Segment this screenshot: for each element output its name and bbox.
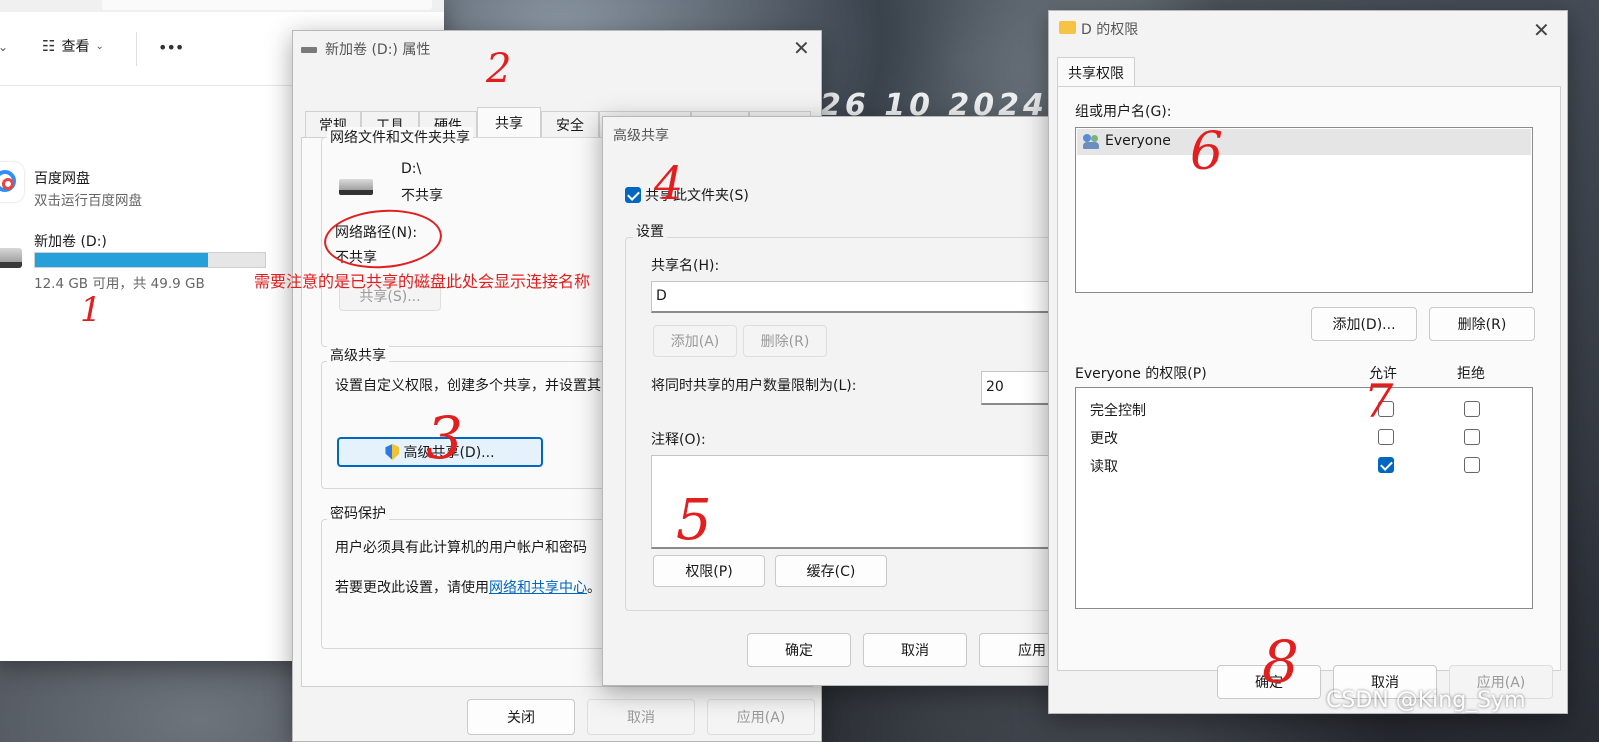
dialog-title: 高级共享 <box>613 128 669 144</box>
tab-share-permissions[interactable]: 共享权限 <box>1057 57 1135 87</box>
user-group-icon <box>1083 134 1099 150</box>
drive-share-status: 不共享 <box>401 188 443 204</box>
permissions-button[interactable]: 权限(P) <box>653 555 765 587</box>
list-item-drive-d[interactable]: 新加卷 (D:) 12.4 GB 可用，共 49.9 GB <box>0 226 296 292</box>
permissions-table: 完全控制 更改 读取 <box>1075 387 1533 609</box>
drive-icon <box>339 179 373 195</box>
allow-checkbox[interactable] <box>1378 401 1394 417</box>
allow-checkbox[interactable] <box>1378 457 1394 473</box>
add-user-button[interactable]: 添加(D)... <box>1311 307 1417 341</box>
share-name-value: D <box>656 288 667 304</box>
deny-header: 拒绝 <box>1457 366 1485 382</box>
item-subtitle: 12.4 GB 可用，共 49.9 GB <box>34 276 205 292</box>
close-icon[interactable]: ✕ <box>793 38 810 58</box>
advanced-sharing-dialog: 高级共享 共享此文件夹(S) 设置 共享名(H): D 添加(A) 删除(R) … <box>602 116 1095 686</box>
deny-checkbox[interactable] <box>1464 457 1480 473</box>
comment-textarea[interactable] <box>651 455 1071 549</box>
allow-header: 允许 <box>1369 366 1397 382</box>
user-name: Everyone <box>1105 133 1171 149</box>
network-path-value: 不共享 <box>335 250 377 266</box>
item-name: 百度网盘 <box>34 171 90 187</box>
share-name-label: 共享名(H): <box>651 258 720 274</box>
list-item[interactable]: Everyone <box>1077 129 1531 155</box>
deny-checkbox[interactable] <box>1464 401 1480 417</box>
apply-button[interactable]: 应用(A) <box>707 699 815 735</box>
users-list[interactable]: Everyone <box>1075 127 1533 293</box>
permissions-label: Everyone 的权限(P) <box>1075 366 1207 382</box>
tab-sharing[interactable]: 共享 <box>477 107 541 138</box>
remove-user-button[interactable]: 删除(R) <box>1429 307 1535 341</box>
item-subtitle: 双击运行百度网盘 <box>34 193 142 209</box>
close-icon[interactable]: ✕ <box>1533 20 1550 40</box>
user-limit-value: 20 <box>986 379 1004 395</box>
folder-icon <box>1059 21 1076 34</box>
table-row: 更改 <box>1076 424 1532 452</box>
network-sharing-center-link[interactable]: 网络和共享中心 <box>489 580 587 596</box>
permissions-dialog: D 的权限 ✕ 共享权限 组或用户名(G): Everyone 添加(D)...… <box>1048 10 1568 714</box>
comment-label: 注释(O): <box>651 432 706 448</box>
password-change-text: 若要更改此设置，请使用网络和共享中心。 <box>335 580 601 596</box>
advanced-share-button[interactable]: 高级共享(D)... <box>337 437 543 467</box>
baidu-netdisk-icon <box>0 162 24 202</box>
permission-name: 完全控制 <box>1090 403 1146 419</box>
toolbar-divider <box>136 32 137 66</box>
deny-checkbox[interactable] <box>1464 429 1480 445</box>
group-label: 高级共享 <box>327 345 389 365</box>
group-label: 网络文件和文件夹共享 <box>327 127 473 147</box>
explorer-search-box[interactable] <box>102 0 432 10</box>
item-name: 新加卷 (D:) <box>34 234 107 250</box>
drive-icon <box>0 244 24 270</box>
remove-share-button[interactable]: 删除(R) <box>743 325 827 357</box>
explorer-address-strip <box>0 0 444 12</box>
chevron-down-icon: ⌄ <box>95 40 104 52</box>
network-path-label: 网络路径(N): <box>335 225 418 241</box>
table-row: 完全控制 <box>1076 396 1532 424</box>
list-item-baidu[interactable]: 百度网盘 双击运行百度网盘 <box>0 158 296 218</box>
view-list-icon: ☷ <box>42 37 56 55</box>
add-share-button[interactable]: 添加(A) <box>653 325 737 357</box>
chevron-down-icon[interactable]: ⌄ <box>0 40 8 54</box>
share-folder-label: 共享此文件夹(S) <box>645 188 749 204</box>
share-folder-checkbox[interactable] <box>625 187 641 203</box>
advanced-share-description: 设置自定义权限，创建多个共享，并设置其 <box>335 378 601 394</box>
drive-usage-bar <box>34 252 266 268</box>
user-limit-label: 将同时共享的用户数量限制为(L): <box>651 378 857 394</box>
dialog-title: 新加卷 (D:) 属性 <box>325 42 431 58</box>
tab-security[interactable]: 安全 <box>541 111 599 137</box>
group-label: 设置 <box>633 221 667 241</box>
table-row: 读取 <box>1076 452 1532 480</box>
share-name-input[interactable]: D <box>651 281 1071 313</box>
allow-checkbox[interactable] <box>1378 429 1394 445</box>
dialog-title: D 的权限 <box>1081 22 1139 38</box>
cache-button[interactable]: 缓存(C) <box>775 555 887 587</box>
ok-button[interactable]: 确定 <box>747 633 851 667</box>
cancel-button[interactable]: 取消 <box>863 633 967 667</box>
view-label: 查看 <box>61 39 90 55</box>
uac-shield-icon <box>385 444 400 460</box>
drive-usage-fill <box>35 253 208 267</box>
permission-name: 更改 <box>1090 431 1118 447</box>
password-description: 用户必须具有此计算机的用户帐户和密码 <box>335 540 587 556</box>
drive-path: D:\ <box>401 161 422 177</box>
group-label: 密码保护 <box>327 503 389 523</box>
close-button[interactable]: 关闭 <box>467 699 575 735</box>
group-users-label: 组或用户名(G): <box>1075 104 1172 120</box>
share-button[interactable]: 共享(S)... <box>339 281 441 311</box>
view-button[interactable]: ☷ 查看 ⌄ <box>42 36 104 56</box>
advanced-share-label: 高级共享(D)... <box>403 445 495 461</box>
more-options-icon[interactable]: ••• <box>158 38 184 57</box>
csdn-watermark: CSDN @King_Sym <box>1326 688 1526 713</box>
ok-button[interactable]: 确定 <box>1217 665 1321 699</box>
drive-small-icon <box>301 47 317 53</box>
permission-name: 读取 <box>1090 459 1118 475</box>
cancel-button[interactable]: 取消 <box>587 699 695 735</box>
